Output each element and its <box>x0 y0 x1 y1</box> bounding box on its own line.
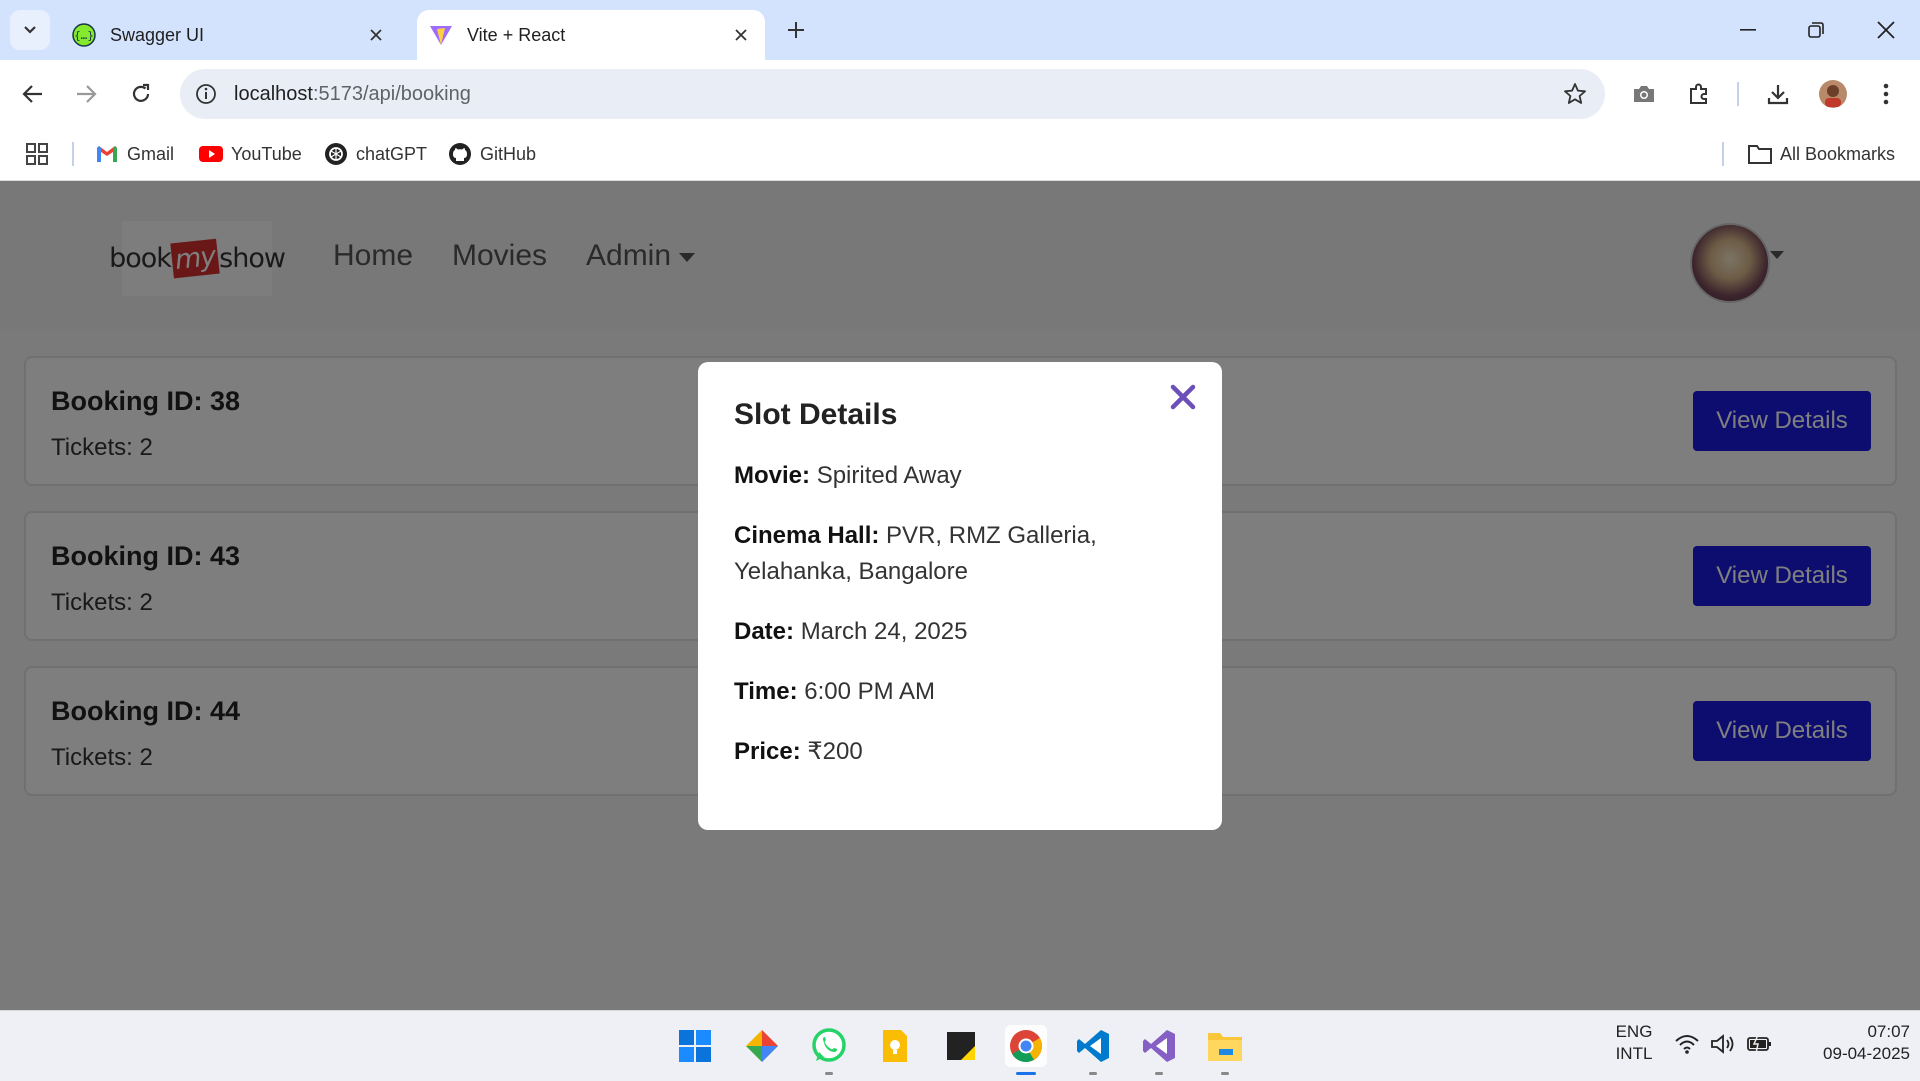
price-value: ₹200 <box>807 738 863 765</box>
movie-row: Movie: Spirited Away <box>734 462 962 489</box>
vite-icon <box>429 23 453 47</box>
arrow-left-icon <box>22 85 42 103</box>
new-tab-button[interactable] <box>780 14 812 46</box>
bookmark-label: GitHub <box>480 143 537 164</box>
visual-studio-icon[interactable] <box>1138 1025 1180 1075</box>
reload-icon <box>132 83 150 102</box>
language-indicator[interactable]: ENG INTL <box>1604 1021 1664 1065</box>
bookmark-youtube[interactable]: YouTube <box>199 140 302 168</box>
running-indicator <box>1155 1072 1163 1075</box>
bookmarks-divider <box>72 142 74 166</box>
youtube-icon <box>199 142 223 166</box>
whatsapp-icon[interactable] <box>808 1025 850 1075</box>
bookmark-label: Gmail <box>127 143 175 164</box>
gmail-icon <box>95 142 119 166</box>
bookmark-star-icon[interactable] <box>1563 82 1587 106</box>
date-value: March 24, 2025 <box>800 618 968 645</box>
cinema-hall-row: Cinema Hall: PVR, RMZ Galleria, Yelahank… <box>734 522 1097 585</box>
profile-avatar[interactable] <box>1813 74 1853 114</box>
minimize-button[interactable] <box>1714 0 1782 60</box>
close-window-button[interactable] <box>1852 0 1920 60</box>
bookmark-chatgpt[interactable]: chatGPT <box>324 140 427 168</box>
restore-button[interactable] <box>1782 0 1850 60</box>
slot-details-modal: Slot Details Movie: Spirited Away Cinema… <box>698 362 1222 830</box>
clock-date: 09-04-2025 <box>1823 1044 1910 1063</box>
apps-grid-icon[interactable] <box>26 140 48 168</box>
url-text: localhost:5173/api/booking <box>234 82 471 105</box>
windows-start-icon[interactable] <box>674 1025 716 1067</box>
forward-button[interactable] <box>66 74 106 114</box>
bookmark-gmail[interactable]: Gmail <box>95 140 174 168</box>
battery-icon[interactable] <box>1746 1033 1772 1061</box>
github-icon <box>448 142 472 166</box>
bookmarks-bar: Gmail YouTube chatGPT GitHub All Bookmar… <box>0 128 1920 181</box>
date-row: Date: March 24, 2025 <box>734 618 968 645</box>
close-tab-icon[interactable] <box>729 23 753 47</box>
plus-icon <box>788 22 804 38</box>
arrow-right-icon <box>77 85 97 103</box>
all-bookmarks-label: All Bookmarks <box>1780 143 1896 164</box>
restore-icon <box>1808 22 1824 38</box>
tab-search-button[interactable] <box>10 10 50 50</box>
running-indicator <box>1089 1072 1097 1075</box>
bookmark-label: YouTube <box>231 143 302 164</box>
time-row: Time: 6:00 PM AM <box>734 678 935 705</box>
tab-strip: {…} Swagger UI Vite + React <box>0 0 1920 60</box>
tab-vite-react[interactable]: Vite + React <box>417 10 765 60</box>
openai-icon <box>324 142 348 166</box>
keep-notes-icon[interactable] <box>874 1025 916 1067</box>
wifi-icon[interactable] <box>1674 1033 1700 1061</box>
tab-title: Swagger UI <box>110 24 205 45</box>
site-info-icon[interactable] <box>194 82 218 106</box>
download-icon[interactable] <box>1758 74 1798 114</box>
windows-taskbar: ENG INTL 07:07 09-04-2025 <box>0 1010 1920 1081</box>
tab-swagger[interactable]: {…} Swagger UI <box>60 10 400 60</box>
close-modal-button[interactable] <box>1166 380 1200 414</box>
bookmark-label: chatGPT <box>356 143 428 164</box>
movie-value: Spirited Away <box>816 462 962 489</box>
toolbar-divider <box>1737 82 1739 106</box>
running-indicator <box>825 1072 833 1075</box>
close-tab-icon[interactable] <box>364 23 388 47</box>
tab-title: Vite + React <box>467 24 566 45</box>
chevron-down-icon <box>24 26 36 34</box>
camera-icon[interactable] <box>1624 74 1664 114</box>
svg-text:{…}: {…} <box>74 29 94 42</box>
close-icon <box>1170 384 1196 410</box>
bookmarks-divider <box>1722 142 1724 166</box>
running-indicator <box>1221 1072 1229 1075</box>
menu-kebab-icon[interactable] <box>1866 74 1906 114</box>
minimize-icon <box>1740 29 1756 31</box>
close-icon <box>1877 21 1895 39</box>
file-explorer-icon[interactable] <box>1204 1025 1246 1075</box>
volume-icon[interactable] <box>1710 1033 1736 1061</box>
swagger-icon: {…} <box>72 23 96 47</box>
address-bar[interactable]: localhost:5173/api/booking <box>180 69 1605 119</box>
time-value: 6:00 PM AM <box>804 678 935 705</box>
price-row: Price: ₹200 <box>734 738 863 765</box>
bookmark-github[interactable]: GitHub <box>448 140 536 168</box>
all-bookmarks[interactable]: All Bookmarks <box>1748 140 1895 168</box>
sticky-notes-icon[interactable] <box>940 1025 982 1067</box>
extensions-icon[interactable] <box>1679 74 1719 114</box>
reload-button[interactable] <box>121 74 161 114</box>
folder-icon <box>1748 142 1772 166</box>
clock-time: 07:07 <box>1867 1022 1910 1041</box>
page-content: bookmyshow Home Movies Admin Booking ID:… <box>0 181 1920 1010</box>
browser-toolbar: localhost:5173/api/booking <box>0 60 1920 128</box>
chrome-icon[interactable] <box>1005 1025 1047 1075</box>
back-button[interactable] <box>13 74 53 114</box>
clock[interactable]: 07:07 09-04-2025 <box>1790 1021 1910 1065</box>
vscode-icon[interactable] <box>1072 1025 1114 1075</box>
modal-title: Slot Details <box>734 398 898 431</box>
snipping-tool-icon[interactable] <box>741 1025 783 1067</box>
running-indicator <box>1016 1072 1036 1075</box>
